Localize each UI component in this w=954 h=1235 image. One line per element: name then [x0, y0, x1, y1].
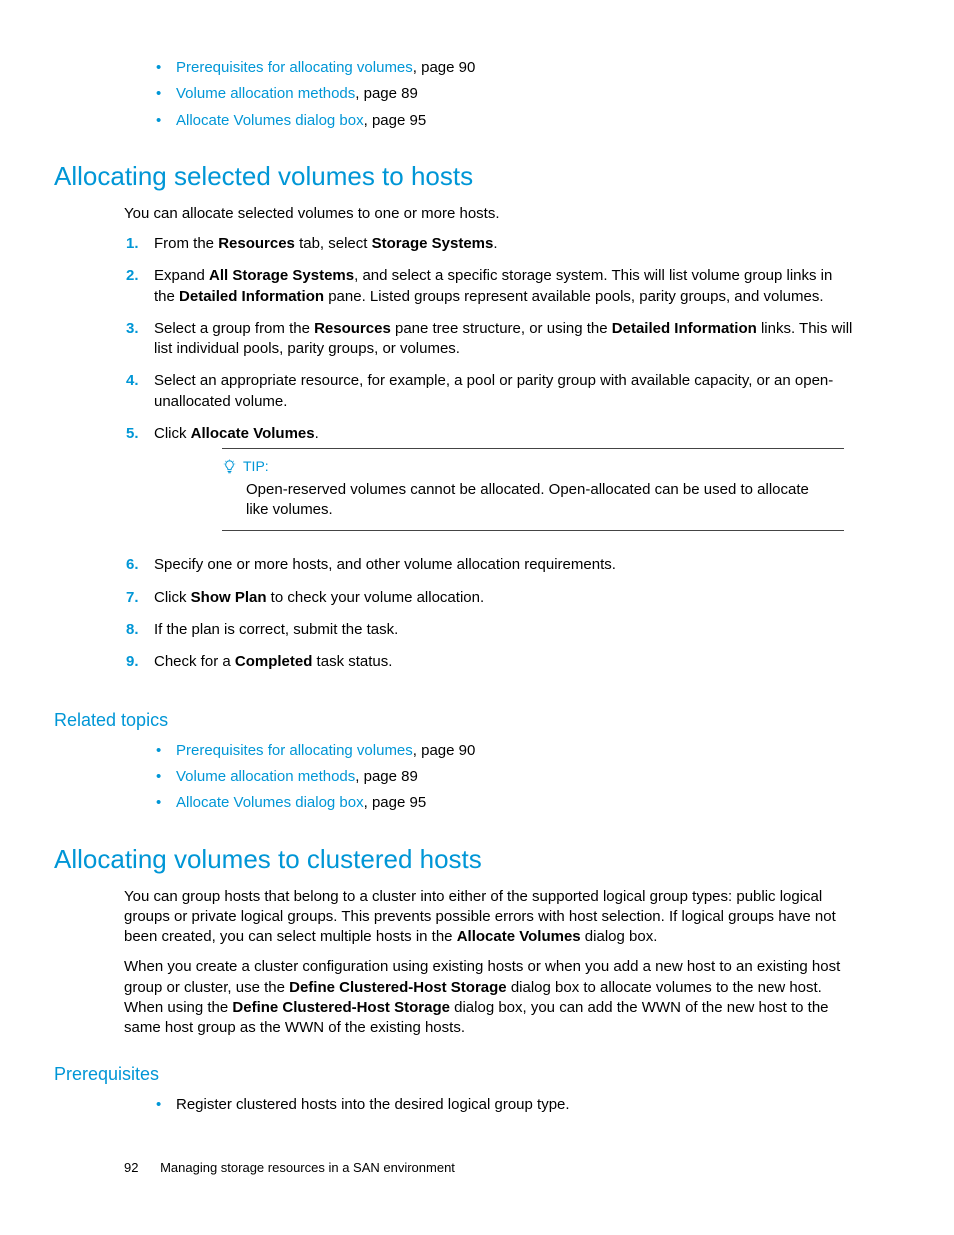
- related-topics-list-top: Prerequisites for allocating volumes, pa…: [54, 58, 854, 137]
- step-2: Expand All Storage Systems, and select a…: [124, 266, 854, 319]
- page-ref: , page 90: [413, 742, 476, 759]
- list-item: Prerequisites for allocating volumes, pa…: [152, 58, 854, 84]
- link-prerequisites[interactable]: Prerequisites for allocating volumes: [176, 59, 413, 76]
- page-ref: , page 90: [413, 59, 476, 76]
- tip-label: TIP:: [243, 457, 269, 476]
- prerequisites-list: Register clustered hosts into the desire…: [54, 1095, 854, 1121]
- step-text: If the plan is correct, submit the task.: [154, 621, 398, 638]
- ui-term: Storage Systems: [372, 235, 494, 252]
- page-ref: , page 95: [364, 112, 427, 129]
- step-text: Select a group from the: [154, 320, 314, 337]
- link-volume-allocation-methods[interactable]: Volume allocation methods: [176, 768, 355, 785]
- list-item: Allocate Volumes dialog box, page 95: [152, 111, 854, 137]
- step-7: Click Show Plan to check your volume all…: [124, 588, 854, 620]
- ui-term: All Storage Systems: [209, 267, 354, 284]
- text: dialog box.: [581, 928, 658, 945]
- step-text: pane tree structure, or using the: [391, 320, 612, 337]
- step-text: .: [315, 425, 319, 442]
- step-text: Click: [154, 589, 191, 606]
- text: Register clustered hosts into the desire…: [176, 1096, 570, 1113]
- ui-term: Completed: [235, 653, 313, 670]
- step-3: Select a group from the Resources pane t…: [124, 319, 854, 372]
- step-text: Check for a: [154, 653, 235, 670]
- tip-header: TIP:: [222, 457, 832, 476]
- step-9: Check for a Completed task status.: [124, 652, 854, 684]
- footer-title: Managing storage resources in a SAN envi…: [160, 1160, 455, 1175]
- procedure-steps: From the Resources tab, select Storage S…: [54, 234, 854, 684]
- step-text: tab, select: [295, 235, 372, 252]
- ui-term: Detailed Information: [612, 320, 757, 337]
- heading-allocating-clustered-hosts: Allocating volumes to clustered hosts: [54, 842, 854, 877]
- paragraph: When you create a cluster configuration …: [124, 957, 854, 1038]
- ui-term: Allocate Volumes: [191, 425, 315, 442]
- intro-paragraph: You can allocate selected volumes to one…: [124, 204, 854, 224]
- step-text: Specify one or more hosts, and other vol…: [154, 556, 616, 573]
- list-item: Volume allocation methods, page 89: [152, 767, 854, 793]
- list-item: Register clustered hosts into the desire…: [152, 1095, 854, 1121]
- list-item: Allocate Volumes dialog box, page 95: [152, 793, 854, 819]
- step-5: Click Allocate Volumes. TIP: Open-reserv…: [124, 424, 854, 556]
- list-item: Prerequisites for allocating volumes, pa…: [152, 741, 854, 767]
- link-prerequisites[interactable]: Prerequisites for allocating volumes: [176, 742, 413, 759]
- page-ref: , page 89: [355, 768, 418, 785]
- tip-body: Open-reserved volumes cannot be allocate…: [246, 480, 832, 521]
- paragraph: You can group hosts that belong to a clu…: [124, 887, 854, 948]
- step-text: task status.: [312, 653, 392, 670]
- step-1: From the Resources tab, select Storage S…: [124, 234, 854, 266]
- step-text: Expand: [154, 267, 209, 284]
- ui-term: Resources: [218, 235, 295, 252]
- link-allocate-volumes-dialog[interactable]: Allocate Volumes dialog box: [176, 112, 364, 129]
- page-number: 92: [124, 1160, 138, 1175]
- related-topics-list: Prerequisites for allocating volumes, pa…: [54, 741, 854, 820]
- step-text: Select an appropriate resource, for exam…: [154, 372, 833, 409]
- lightbulb-icon: [222, 459, 237, 474]
- step-4: Select an appropriate resource, for exam…: [124, 371, 854, 424]
- heading-related-topics: Related topics: [54, 708, 854, 732]
- step-text: .: [493, 235, 497, 252]
- step-text: to check your volume allocation.: [267, 589, 485, 606]
- ui-term: Define Clustered-Host Storage: [232, 999, 450, 1016]
- page-ref: , page 95: [364, 794, 427, 811]
- step-text: Click: [154, 425, 191, 442]
- step-8: If the plan is correct, submit the task.: [124, 620, 854, 652]
- tip-callout: TIP: Open-reserved volumes cannot be all…: [222, 448, 844, 531]
- link-allocate-volumes-dialog[interactable]: Allocate Volumes dialog box: [176, 794, 364, 811]
- ui-term: Resources: [314, 320, 391, 337]
- document-page: Prerequisites for allocating volumes, pa…: [0, 0, 954, 1235]
- heading-prerequisites: Prerequisites: [54, 1062, 854, 1086]
- ui-term: Detailed Information: [179, 288, 324, 305]
- page-ref: , page 89: [355, 85, 418, 102]
- step-text: pane. Listed groups represent available …: [324, 288, 823, 305]
- heading-allocating-selected-volumes: Allocating selected volumes to hosts: [54, 159, 854, 194]
- link-volume-allocation-methods[interactable]: Volume allocation methods: [176, 85, 355, 102]
- ui-term: Define Clustered-Host Storage: [289, 979, 507, 996]
- step-text: From the: [154, 235, 218, 252]
- ui-term: Allocate Volumes: [457, 928, 581, 945]
- page-footer: 92 Managing storage resources in a SAN e…: [124, 1159, 455, 1177]
- step-6: Specify one or more hosts, and other vol…: [124, 555, 854, 587]
- list-item: Volume allocation methods, page 89: [152, 84, 854, 110]
- ui-term: Show Plan: [191, 589, 267, 606]
